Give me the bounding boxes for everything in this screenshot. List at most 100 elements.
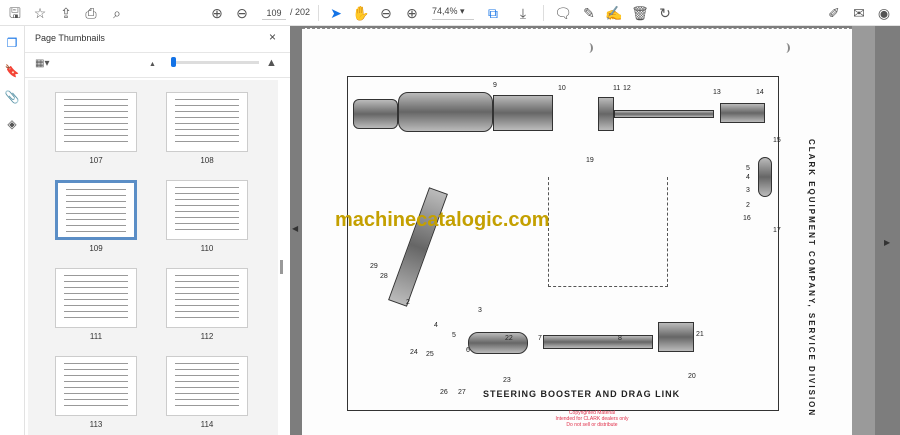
- side-caption: CLARK EQUIPMENT COMPANY, SERVICE DIVISIO…: [807, 139, 816, 418]
- thumbnail-label: 111: [89, 332, 103, 341]
- small-thumbnail-icon[interactable]: ▲: [149, 61, 156, 68]
- callout-number: 27: [458, 389, 466, 396]
- callout-number: 5: [746, 165, 750, 172]
- thumbnail-line: [64, 363, 128, 364]
- part-drawing: [614, 110, 714, 118]
- thumbnail-line: [175, 287, 239, 288]
- thumbnail-line: [175, 99, 239, 100]
- find-icon[interactable]: ⌕: [108, 4, 126, 22]
- callout-number: 16: [743, 215, 751, 222]
- thumbnail-line: [175, 199, 239, 200]
- page-fit-icon[interactable]: ⧉: [484, 4, 502, 22]
- thumbnail-page[interactable]: [166, 356, 248, 416]
- callout-number: 25: [426, 351, 434, 358]
- thumbnail-line: [175, 387, 239, 388]
- thumbnail-line: [64, 317, 128, 318]
- thumbnail-list: 107 108 109 110 111 112 113 114: [28, 80, 278, 435]
- thumbnail-line: [64, 117, 128, 118]
- callout-number: 22: [505, 335, 513, 342]
- pen-icon[interactable]: ✎: [580, 4, 598, 22]
- part-drawing: [720, 103, 765, 123]
- thumbnail-line: [175, 305, 239, 306]
- bookmark-star-icon[interactable]: ☆: [31, 4, 49, 22]
- save-icon[interactable]: 🖫: [6, 4, 24, 22]
- zoom-select[interactable]: 74,4% ▾: [432, 6, 474, 20]
- thumbnail-line: [175, 193, 239, 194]
- document-margin: [852, 26, 875, 435]
- thumbnail-size-slider[interactable]: [173, 61, 259, 64]
- thumbnail-line: [175, 211, 239, 212]
- thumbnail-line: [64, 287, 128, 288]
- thumbnail-line: [175, 105, 239, 106]
- previous-page-icon[interactable]: ⊕: [208, 4, 226, 22]
- next-page-icon[interactable]: ⊖: [233, 4, 251, 22]
- callout-number: 17: [773, 227, 781, 234]
- select-cursor-icon[interactable]: ➤: [327, 4, 345, 22]
- thumbnail-line: [175, 399, 239, 400]
- binding-hole: [782, 43, 790, 53]
- thumbnail-line: [66, 231, 126, 232]
- callout-number: 10: [558, 85, 566, 92]
- delete-icon[interactable]: 🗑: [631, 4, 649, 22]
- thumbnail-line: [175, 393, 239, 394]
- callout-number: 5: [452, 332, 456, 339]
- thumbnail-page[interactable]: [166, 268, 248, 328]
- thumbnail-line: [175, 275, 239, 276]
- thumbnail-line: [64, 387, 128, 388]
- large-thumbnail-icon[interactable]: ▲: [266, 57, 277, 69]
- callout-number: 19: [586, 157, 594, 164]
- callout-number: 2: [746, 202, 750, 209]
- document-view: ◀ STEERING BOOSTER AND DRAG LINK 9 10 11 12…: [290, 26, 900, 435]
- expand-right-icon[interactable]: ▶: [884, 238, 890, 247]
- scroll-mode-icon[interactable]: ⤓: [514, 4, 532, 22]
- thumbnail-options-icon[interactable]: ▦▾: [35, 58, 49, 69]
- thumbnail-line: [175, 311, 239, 312]
- rotate-icon[interactable]: ↻: [656, 4, 674, 22]
- close-panel-button[interactable]: ×: [269, 30, 276, 44]
- callout-number: 2: [406, 299, 410, 306]
- thumbnail-page[interactable]: [166, 180, 248, 240]
- page-number-input[interactable]: [262, 6, 286, 20]
- thumbnail-page[interactable]: [55, 180, 137, 240]
- callout-number: 11: [613, 85, 621, 92]
- account-icon[interactable]: ◉: [875, 4, 893, 22]
- copyright-notice: Copyrighted Material Intended for CLARK …: [532, 410, 652, 428]
- sign-icon[interactable]: ✍: [605, 4, 623, 22]
- zoom-out-icon[interactable]: ⊖: [377, 4, 395, 22]
- thumbnail-line: [175, 363, 239, 364]
- mail-icon[interactable]: ✉: [850, 4, 868, 22]
- panel-scrollbar[interactable]: [280, 260, 283, 274]
- bookmarks-icon[interactable]: 🔖: [4, 64, 20, 80]
- thumbnail-page[interactable]: [55, 356, 137, 416]
- zoom-in-icon[interactable]: ⊕: [403, 4, 421, 22]
- thumbnail-line: [64, 281, 128, 282]
- comment-icon[interactable]: 🗨: [554, 4, 572, 22]
- print-icon[interactable]: ⎙: [82, 4, 100, 22]
- part-drawing: [658, 322, 694, 352]
- callout-number: 4: [434, 322, 438, 329]
- callout-number: 24: [410, 349, 418, 356]
- thumbnail-page[interactable]: [166, 92, 248, 152]
- slider-handle[interactable]: [171, 57, 176, 67]
- thumbnail-line: [64, 311, 128, 312]
- page-thumbnails-icon[interactable]: ❐: [4, 36, 20, 52]
- layers-icon[interactable]: ◈: [4, 117, 20, 133]
- thumbnail-line: [64, 393, 128, 394]
- thumbnail-page[interactable]: [55, 92, 137, 152]
- fill-sign-icon[interactable]: ✐: [825, 4, 843, 22]
- thumbnail-label: 113: [89, 420, 103, 429]
- thumbnail-page[interactable]: [55, 268, 137, 328]
- part-drawing: [758, 157, 772, 197]
- upload-icon[interactable]: ⇪: [57, 4, 75, 22]
- attachments-icon[interactable]: 📎: [4, 90, 20, 106]
- callout-number: 3: [746, 187, 750, 194]
- thumbnail-line: [175, 217, 239, 218]
- thumbnail-line: [64, 381, 128, 382]
- thumbnail-line: [64, 369, 128, 370]
- collapse-left-icon[interactable]: ◀: [292, 224, 298, 233]
- thumbnail-line: [64, 375, 128, 376]
- hand-icon[interactable]: ✋: [352, 4, 370, 22]
- page-total: / 202: [290, 7, 311, 17]
- thumbnail-line: [64, 141, 128, 142]
- panel-controls: ▦▾ ▲ ▲: [25, 52, 290, 78]
